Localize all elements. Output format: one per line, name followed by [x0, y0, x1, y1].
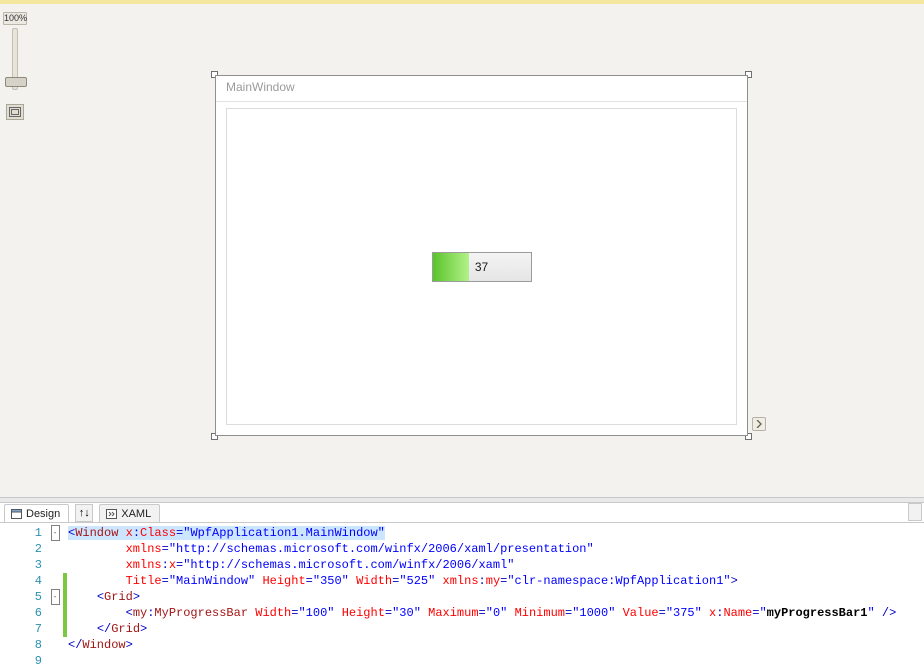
fold-cell [48, 621, 62, 637]
change-marker [63, 589, 67, 605]
fold-cell[interactable]: - [48, 589, 62, 605]
change-marker [63, 573, 67, 589]
window-icon [11, 509, 22, 519]
zoom-slider[interactable] [12, 28, 18, 90]
chevron-right-icon [755, 420, 763, 428]
fold-toggle[interactable]: - [51, 589, 60, 605]
line-number: 1 [0, 525, 42, 541]
line-number: 4 [0, 573, 42, 589]
line-number: 5 [0, 589, 42, 605]
designed-window-title: MainWindow [216, 76, 747, 102]
change-marker [63, 605, 67, 621]
vertical-split-button[interactable] [908, 503, 922, 521]
line-number: 3 [0, 557, 42, 573]
tab-xaml[interactable]: XAML [99, 504, 160, 522]
swap-panes-button[interactable]: ↑↓ [75, 504, 93, 522]
zoom-level-label[interactable]: 100% [3, 12, 27, 25]
line-number: 2 [0, 541, 42, 557]
designer-surface[interactable]: 100% MainWindow 37 [0, 0, 924, 497]
fold-cell [48, 557, 62, 573]
code-line[interactable]: <my:MyProgressBar Width="100" Height="30… [68, 605, 924, 621]
xaml-icon [106, 509, 117, 519]
fit-to-screen-button[interactable] [6, 104, 24, 120]
zoom-slider-thumb[interactable] [5, 77, 27, 87]
fold-cell [48, 605, 62, 621]
line-number-gutter: 123456789 [0, 523, 48, 669]
swap-icon: ↑↓ [79, 507, 90, 519]
fold-cell [48, 541, 62, 557]
code-line[interactable]: <Grid> [68, 589, 924, 605]
fold-cell [48, 637, 62, 653]
line-number: 9 [0, 653, 42, 669]
code-line[interactable]: xmlns:x="http://schemas.microsoft.com/wi… [68, 557, 924, 573]
designed-window[interactable]: MainWindow 37 [215, 75, 748, 436]
code-line[interactable]: xmlns="http://schemas.microsoft.com/winf… [68, 541, 924, 557]
change-marker [63, 621, 67, 637]
tab-xaml-label: XAML [121, 508, 151, 520]
progress-value-text: 37 [433, 260, 531, 274]
fold-cell [48, 573, 62, 589]
code-line[interactable]: </Grid> [68, 621, 924, 637]
fold-cell[interactable]: - [48, 525, 62, 541]
fold-toggle[interactable]: - [51, 525, 60, 541]
my-progress-bar[interactable]: 37 [432, 252, 532, 282]
code-line[interactable]: <Window x:Class="WpfApplication1.MainWin… [68, 525, 924, 541]
code-line[interactable]: Title="MainWindow" Height="350" Width="5… [68, 573, 924, 589]
tab-design-label: Design [26, 508, 60, 520]
fold-cell [48, 653, 62, 669]
zoom-toolstrip: 100% [3, 12, 27, 120]
xaml-editor[interactable]: 123456789 -- <Window x:Class="WpfApplica… [0, 523, 924, 669]
designer-actions-button[interactable] [752, 417, 766, 431]
code-line[interactable]: </Window> [68, 637, 924, 653]
line-number: 8 [0, 637, 42, 653]
code-text[interactable]: <Window x:Class="WpfApplication1.MainWin… [68, 523, 924, 669]
tab-design[interactable]: Design [4, 504, 69, 522]
designed-window-selection[interactable]: MainWindow 37 [215, 75, 748, 436]
line-number: 6 [0, 605, 42, 621]
line-number: 7 [0, 621, 42, 637]
designed-window-client[interactable]: 37 [226, 108, 737, 425]
outlining-margin[interactable]: -- [48, 523, 62, 669]
code-line[interactable] [68, 653, 924, 669]
view-tab-row: Design ↑↓ XAML [0, 503, 924, 523]
